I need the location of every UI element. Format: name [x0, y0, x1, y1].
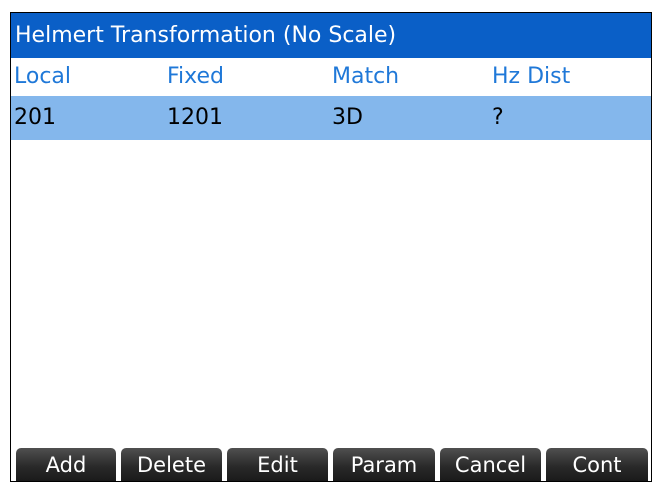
column-header-fixed[interactable]: Fixed	[167, 58, 224, 96]
column-header-hz-dist[interactable]: Hz Dist	[492, 58, 570, 96]
table-row[interactable]: 201 1201 3D ?	[11, 96, 651, 140]
column-header-local[interactable]: Local	[14, 58, 71, 96]
delete-button[interactable]: Delete	[121, 448, 222, 481]
calculator-screen: Helmert Transformation (No Scale) Local …	[10, 12, 652, 482]
table-header: Local Fixed Match Hz Dist	[11, 58, 651, 96]
column-header-match[interactable]: Match	[332, 58, 399, 96]
screen-title: Helmert Transformation (No Scale)	[11, 13, 651, 58]
cell-match: 3D	[332, 105, 363, 130]
cell-local: 201	[14, 105, 56, 130]
param-button[interactable]: Param	[333, 448, 435, 481]
cell-hz-dist: ?	[492, 105, 504, 130]
edit-button[interactable]: Edit	[227, 448, 328, 481]
cancel-button[interactable]: Cancel	[440, 448, 541, 481]
cell-fixed: 1201	[167, 105, 223, 130]
softkey-bar: Add Delete Edit Param Cancel Cont	[11, 447, 651, 481]
add-button[interactable]: Add	[16, 448, 116, 481]
cont-button[interactable]: Cont	[546, 448, 648, 481]
